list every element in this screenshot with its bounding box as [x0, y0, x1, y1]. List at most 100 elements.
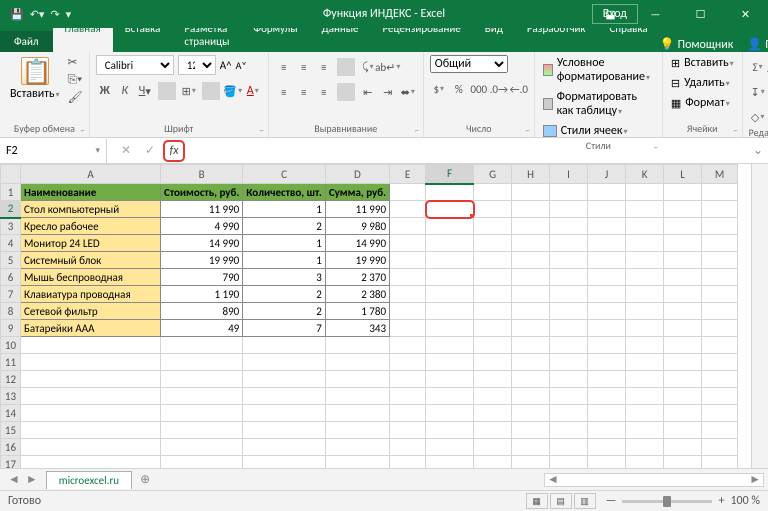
cell-L8[interactable]	[664, 303, 702, 320]
row-header-12[interactable]: 12	[1, 371, 21, 388]
cell-D7[interactable]: 2 380	[325, 286, 389, 303]
percent-icon[interactable]: %	[450, 80, 468, 98]
cell-G11[interactable]	[474, 354, 512, 371]
row-header-14[interactable]: 14	[1, 405, 21, 422]
decrease-decimal-icon[interactable]: ←.0	[510, 80, 528, 98]
insert-function-icon[interactable]: fx	[163, 140, 185, 162]
cell-I10[interactable]	[550, 337, 588, 354]
cell-G17[interactable]	[474, 456, 512, 469]
row-header-2[interactable]: 2	[1, 201, 21, 218]
tab-file[interactable]: Файл	[0, 31, 53, 52]
paste-button[interactable]: 📋Вставить	[6, 55, 64, 103]
cell-H15[interactable]	[512, 422, 550, 439]
cell-G12[interactable]	[474, 371, 512, 388]
cell-K8[interactable]	[626, 303, 664, 320]
minimize-icon[interactable]: —	[633, 0, 678, 28]
orientation-icon[interactable]: ⤹	[359, 58, 377, 76]
cell-M5[interactable]	[702, 252, 738, 269]
cell-C5[interactable]: 1	[243, 252, 326, 269]
row-header-4[interactable]: 4	[1, 235, 21, 252]
cell-M2[interactable]	[702, 201, 738, 218]
cell-H2[interactable]	[512, 201, 550, 218]
cell-F8[interactable]	[426, 303, 474, 320]
cell-F6[interactable]	[426, 269, 474, 286]
cell-J16[interactable]	[588, 439, 626, 456]
cell-K11[interactable]	[626, 354, 664, 371]
conditional-format-button[interactable]: Условное форматирование	[541, 55, 656, 85]
cell-A16[interactable]	[21, 439, 161, 456]
cell-A11[interactable]	[21, 354, 161, 371]
cell-B4[interactable]: 14 990	[161, 235, 243, 252]
cell-B9[interactable]: 49	[161, 320, 243, 337]
row-header-17[interactable]: 17	[1, 456, 21, 469]
cell-F11[interactable]	[426, 354, 474, 371]
col-header-C[interactable]: C	[243, 165, 326, 184]
cell-B17[interactable]	[161, 456, 243, 469]
format-cells-button[interactable]: ▦ Формат	[669, 95, 732, 111]
cell-C3[interactable]: 2	[243, 218, 326, 235]
cell-D11[interactable]	[325, 354, 389, 371]
cell-F9[interactable]	[426, 320, 474, 337]
sheet-tab[interactable]: microexcel.ru	[46, 471, 132, 489]
col-header-G[interactable]: G	[474, 165, 512, 184]
cell-E5[interactable]	[390, 252, 426, 269]
cell-L6[interactable]	[664, 269, 702, 286]
cancel-formula-icon[interactable]: ✕	[115, 140, 137, 162]
cell-D6[interactable]: 2 370	[325, 269, 389, 286]
close-icon[interactable]: ✕	[723, 0, 768, 28]
cell-M14[interactable]	[702, 405, 738, 422]
undo-icon[interactable]: ↶▾	[30, 8, 45, 21]
cell-K13[interactable]	[626, 388, 664, 405]
align-left-icon[interactable]: ≡	[275, 83, 293, 101]
cell-I12[interactable]	[550, 371, 588, 388]
cell-I8[interactable]	[550, 303, 588, 320]
cell-F3[interactable]	[426, 218, 474, 235]
share-button[interactable]: 👤 Поделиться	[747, 37, 768, 52]
align-center-icon[interactable]: ≡	[295, 83, 313, 101]
zoom-slider[interactable]	[622, 500, 712, 503]
cell-H8[interactable]	[512, 303, 550, 320]
cell-J10[interactable]	[588, 337, 626, 354]
cell-J7[interactable]	[588, 286, 626, 303]
cell-B6[interactable]: 790	[161, 269, 243, 286]
cell-H10[interactable]	[512, 337, 550, 354]
cell-K17[interactable]	[626, 456, 664, 469]
cell-A7[interactable]: Клавиатура проводная	[21, 286, 161, 303]
align-top-icon[interactable]: ≡	[275, 58, 293, 76]
indent-left-icon[interactable]: ⇤	[359, 83, 377, 101]
cell-M10[interactable]	[702, 337, 738, 354]
insert-cells-button[interactable]: ⊞ Вставить	[669, 55, 736, 71]
row-header-16[interactable]: 16	[1, 439, 21, 456]
cell-I13[interactable]	[550, 388, 588, 405]
cell-C11[interactable]	[243, 354, 326, 371]
cell-E13[interactable]	[390, 388, 426, 405]
cell-M6[interactable]	[702, 269, 738, 286]
cell-C7[interactable]: 2	[243, 286, 326, 303]
tab-nav-next-icon[interactable]: ►	[26, 472, 38, 487]
cell-C9[interactable]: 7	[243, 320, 326, 337]
cell-K15[interactable]	[626, 422, 664, 439]
cell-K5[interactable]	[626, 252, 664, 269]
cell-D16[interactable]	[325, 439, 389, 456]
bold-icon[interactable]: Ж	[96, 82, 114, 100]
comma-icon[interactable]: 000	[470, 80, 488, 98]
cell-D13[interactable]	[325, 388, 389, 405]
cell-M4[interactable]	[702, 235, 738, 252]
cell-E3[interactable]	[390, 218, 426, 235]
cell-D10[interactable]	[325, 337, 389, 354]
qat-dropdown-icon[interactable]: ▾	[66, 8, 72, 21]
cell-A2[interactable]: Стол компьютерный	[21, 201, 161, 218]
cell-G16[interactable]	[474, 439, 512, 456]
cell-C4[interactable]: 1	[243, 235, 326, 252]
cell-E6[interactable]	[390, 269, 426, 286]
cell-M13[interactable]	[702, 388, 738, 405]
cell-F16[interactable]	[426, 439, 474, 456]
col-header-M[interactable]: M	[702, 165, 738, 184]
cell-A13[interactable]	[21, 388, 161, 405]
page-layout-view-icon[interactable]: ▤	[550, 493, 572, 509]
cell-K4[interactable]	[626, 235, 664, 252]
cell-F15[interactable]	[426, 422, 474, 439]
cell-J8[interactable]	[588, 303, 626, 320]
cell-G6[interactable]	[474, 269, 512, 286]
cell-M7[interactable]	[702, 286, 738, 303]
